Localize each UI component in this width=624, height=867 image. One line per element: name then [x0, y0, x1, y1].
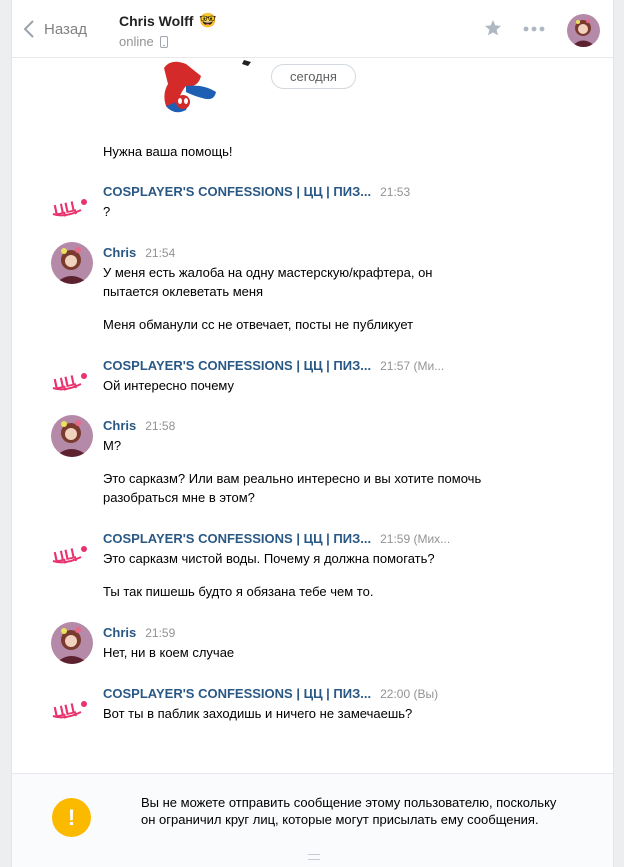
warning-icon: !	[52, 798, 91, 837]
back-label: Назад	[44, 20, 87, 38]
message-text: Меня обманули сс не отвечает, посты не п…	[103, 317, 414, 332]
nerd-emoji-icon: 🤓	[199, 12, 217, 28]
chat-header: Назад Chris Wolff 🤓 online	[12, 0, 613, 58]
message-author[interactable]: Chris	[103, 625, 136, 640]
message-header: COSPLAYER'S CONFESSIONS | ЦЦ | ПИЗ... 22…	[103, 686, 438, 701]
message-header: COSPLAYER'S CONFESSIONS | ЦЦ | ПИЗ... 21…	[103, 358, 444, 373]
group-avatar[interactable]: ЦЦ	[51, 537, 93, 579]
back-button[interactable]: Назад	[24, 16, 87, 42]
message-text: Ой интересно почему	[103, 378, 235, 393]
group-avatar[interactable]: ЦЦ	[51, 364, 93, 406]
peer-status: online	[119, 34, 154, 49]
svg-text:ЦЦ: ЦЦ	[52, 545, 77, 566]
resize-handle[interactable]	[308, 854, 320, 860]
message-header: COSPLAYER'S CONFESSIONS | ЦЦ | ПИЗ... 21…	[103, 531, 450, 546]
svg-text:ЦЦ: ЦЦ	[52, 372, 77, 393]
message-text: Это сарказм чистой воды. Почему я должна…	[103, 551, 435, 566]
chris-avatar[interactable]	[51, 242, 93, 284]
peer-info[interactable]: Chris Wolff 🤓 online	[119, 12, 217, 49]
svg-text:ЦЦ: ЦЦ	[52, 700, 77, 721]
svg-text:ЦЦ: ЦЦ	[52, 198, 77, 219]
message-header: COSPLAYER'S CONFESSIONS | ЦЦ | ПИЗ... 21…	[103, 184, 410, 199]
message-text: Ты так пишешь будто я обязана тебе чем т…	[103, 584, 374, 599]
message-author[interactable]: Chris	[103, 245, 136, 260]
message-time[interactable]: 21:57 (Ми...	[380, 359, 444, 373]
message-text: У меня есть жалоба на одну мастерскую/кр…	[103, 265, 433, 299]
message-author[interactable]: COSPLAYER'S CONFESSIONS | ЦЦ | ПИЗ...	[103, 358, 371, 373]
message-time[interactable]: 21:58	[145, 419, 175, 433]
message-text: Нужна ваша помощь!	[103, 144, 233, 159]
chris-avatar[interactable]	[51, 415, 93, 457]
message-time[interactable]: 21:54	[145, 246, 175, 260]
peer-name: Chris Wolff	[119, 12, 194, 29]
message-header: Chris 21:54	[103, 245, 175, 260]
message-text: М?	[103, 438, 122, 453]
spiderman-sticker	[146, 58, 256, 116]
message-text: ?	[103, 204, 111, 219]
chat-window: Назад Chris Wolff 🤓 online сегодня Нужна…	[11, 0, 614, 867]
more-options-icon[interactable]	[523, 26, 545, 32]
message-time[interactable]: 22:00 (Вы)	[380, 687, 438, 701]
message-author[interactable]: COSPLAYER'S CONFESSIONS | ЦЦ | ПИЗ...	[103, 686, 371, 701]
group-avatar[interactable]: ЦЦ	[51, 190, 93, 232]
message-time[interactable]: 21:59 (Мих...	[380, 532, 450, 546]
message-text: Это сарказм? Или вам реально интересно и…	[103, 471, 482, 505]
compose-blocked-notice: ! Вы не можете отправить сообщение этому…	[12, 773, 613, 867]
message-author[interactable]: Chris	[103, 418, 136, 433]
warning-text: Вы не можете отправить сообщение этому п…	[141, 795, 557, 827]
peer-avatar[interactable]	[567, 14, 600, 47]
mobile-icon	[159, 35, 168, 48]
message-text: Нет, ни в коем случае	[103, 645, 235, 660]
message-author[interactable]: COSPLAYER'S CONFESSIONS | ЦЦ | ПИЗ...	[103, 531, 371, 546]
message-author[interactable]: COSPLAYER'S CONFESSIONS | ЦЦ | ПИЗ...	[103, 184, 371, 199]
message-header: Chris 21:58	[103, 418, 175, 433]
chris-avatar[interactable]	[51, 622, 93, 664]
message-time[interactable]: 21:53	[380, 185, 410, 199]
message-time[interactable]: 21:59	[145, 626, 175, 640]
chevron-left-icon	[24, 20, 34, 38]
message-text: Вот ты в паблик заходишь и ничего не зам…	[103, 706, 413, 721]
message-header: Chris 21:59	[103, 625, 175, 640]
star-icon[interactable]	[484, 19, 502, 37]
group-avatar[interactable]: ЦЦ	[51, 692, 93, 734]
date-divider: сегодня	[271, 64, 356, 89]
